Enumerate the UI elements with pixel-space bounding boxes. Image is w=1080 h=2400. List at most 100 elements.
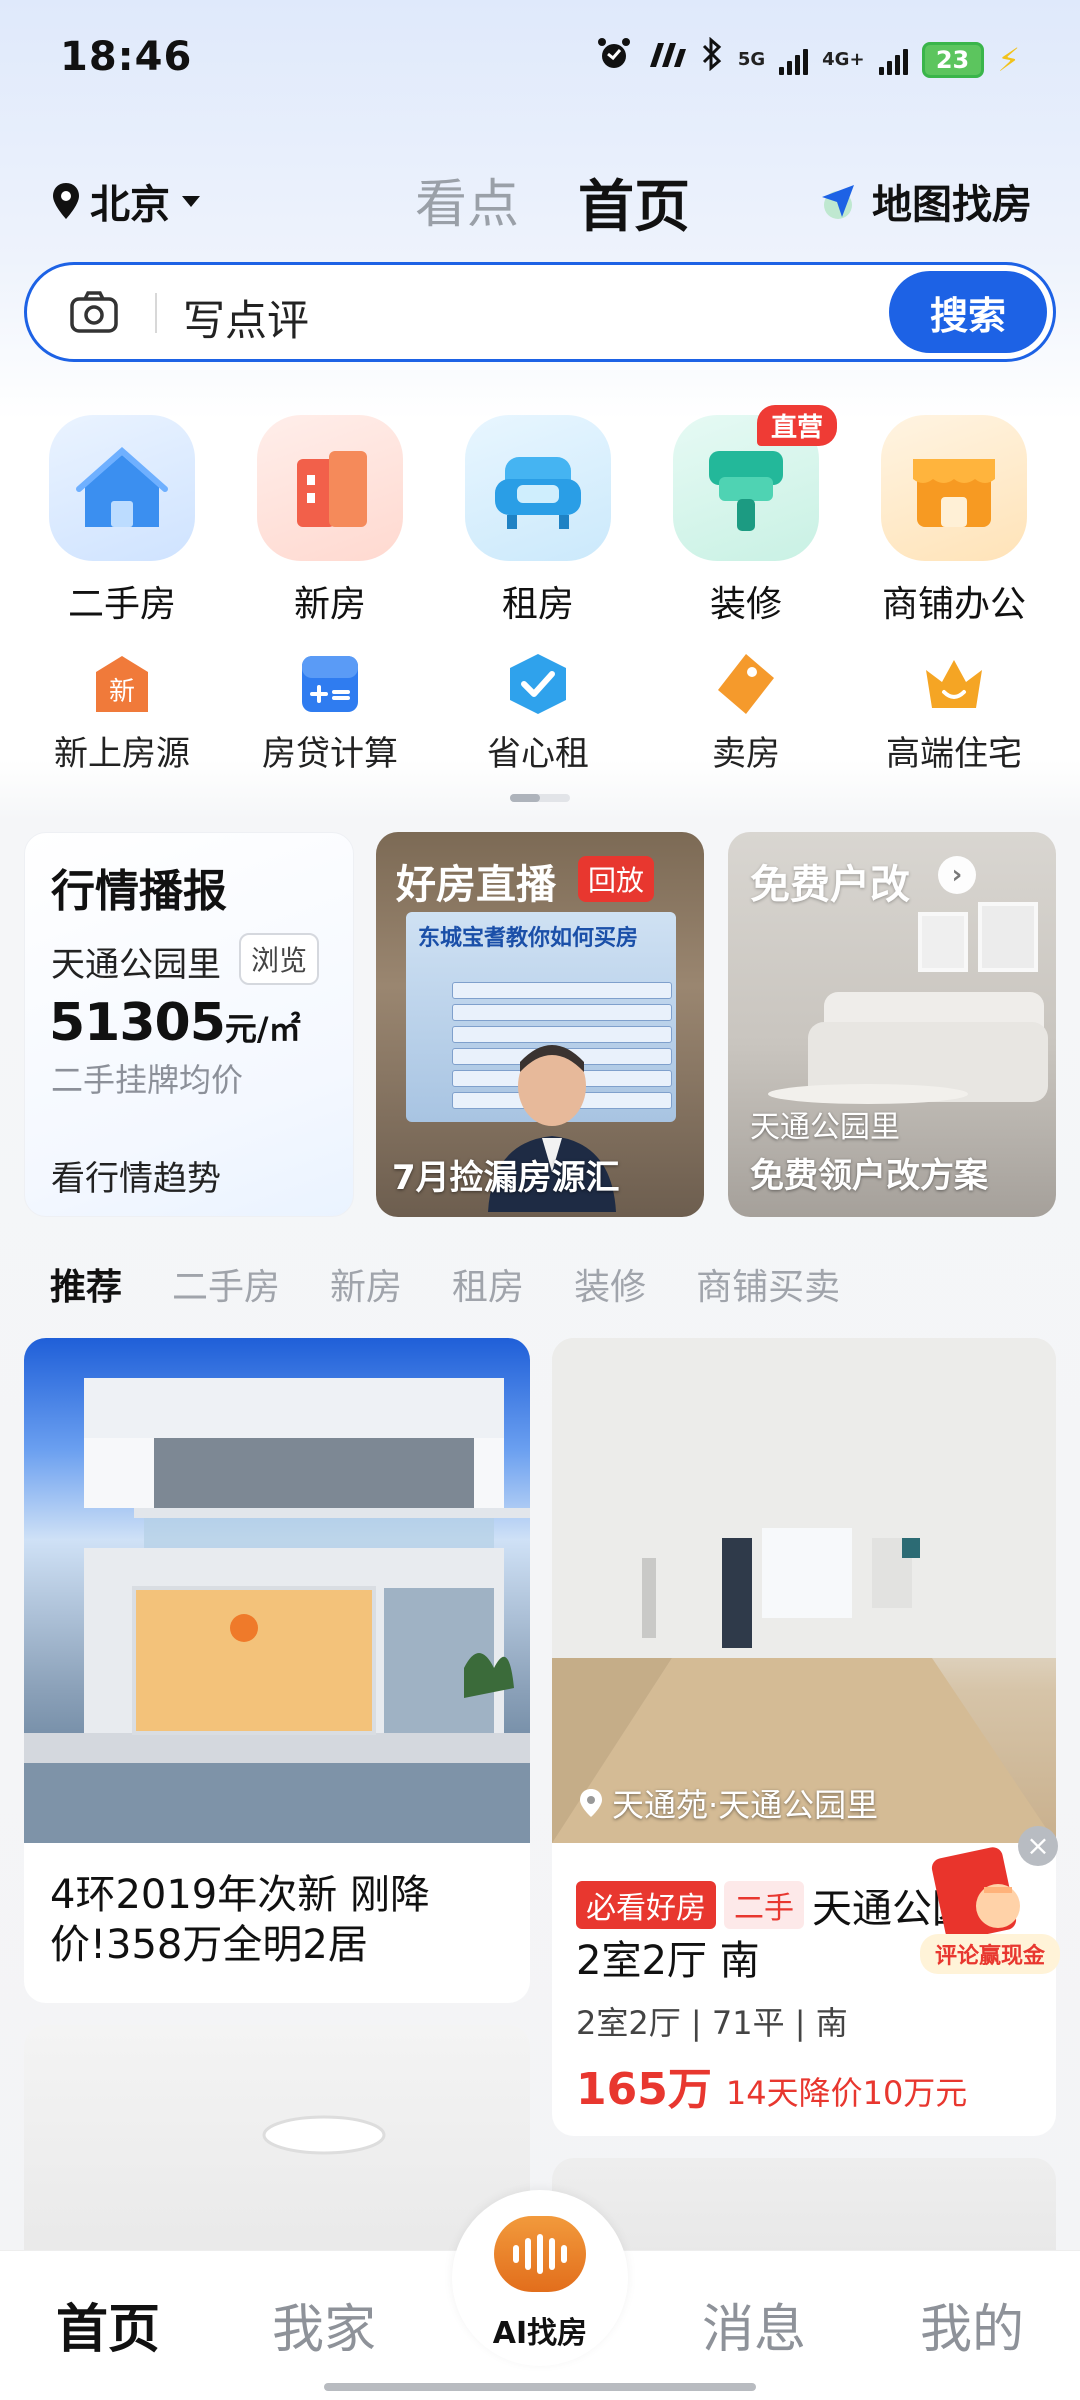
feed-card-villa[interactable]: 4环2019年次新 刚降价!358万全明2居	[24, 1338, 530, 2003]
sub-label: 房贷计算	[262, 734, 398, 774]
tab-watch[interactable]: 看点	[415, 162, 519, 237]
feed-tab-new[interactable]: 新房	[330, 1258, 402, 1310]
ai-voice-icon	[494, 2216, 586, 2292]
alarm-icon	[596, 36, 632, 83]
category-shop-office[interactable]: 商铺办公	[854, 415, 1054, 627]
category-label: 商铺办公	[881, 584, 1026, 625]
feed-tab-recommend[interactable]: 推荐	[50, 1258, 122, 1310]
renovation-caption: 免费领户改方案	[750, 1156, 988, 1196]
network-4g: 4G+	[822, 48, 865, 70]
wall-frame	[978, 902, 1038, 972]
feed-tabs: 推荐 二手房 新房 租房 装修 商铺买卖	[50, 1258, 890, 1310]
sub-label: 高端住宅	[886, 734, 1022, 774]
ad-label: 评论赢现金	[920, 1934, 1060, 1974]
category-secondhand[interactable]: 二手房	[22, 415, 222, 627]
crown-icon	[920, 650, 988, 718]
sub-luxury-home[interactable]: 高端住宅	[854, 650, 1054, 775]
city-selector[interactable]: 北京	[50, 172, 200, 230]
new-listing-icon: 新	[88, 650, 156, 718]
category-renovation[interactable]: 直营 装修	[646, 405, 846, 627]
live-stream-card[interactable]: 东城宝耆教你如何买房 好房直播 回放 7月捡漏房源汇	[376, 832, 704, 1217]
sub-easy-rent[interactable]: 省心租	[438, 650, 638, 775]
sub-label: 新上房源	[54, 734, 190, 774]
nav-messages[interactable]: 消息	[702, 2287, 806, 2362]
search-divider	[155, 293, 157, 333]
wall-frame	[918, 912, 968, 972]
sub-new-listing[interactable]: 新 新上房源	[22, 650, 222, 775]
live-screen-title: 东城宝耆教你如何买房	[418, 926, 639, 951]
status-bar: 18:46 5G 4G+ 23 ⚡	[0, 0, 1080, 120]
charging-icon: ⚡	[997, 40, 1020, 79]
feed-tab-renovation[interactable]: 装修	[574, 1258, 646, 1310]
market-community: 天通公园里	[51, 945, 221, 985]
paint-roller-icon: 直营	[673, 405, 837, 561]
red-envelope-ad[interactable]: × 评论赢现金	[920, 1826, 1060, 1976]
nav-home[interactable]: 首页	[56, 2287, 160, 2362]
feed-tab-shop[interactable]: 商铺买卖	[696, 1258, 840, 1310]
signal-app-icon	[646, 39, 686, 80]
grid-page-indicator	[510, 794, 570, 802]
tag-icon	[712, 650, 780, 718]
market-title: 行情播报	[51, 866, 227, 917]
market-trend-link[interactable]: 看行情趋势	[51, 1151, 221, 1200]
top-header: 北京 看点 首页 地图找房	[0, 160, 1080, 270]
free-renovation-card[interactable]: 免费户改 › 天通公园里 免费领户改方案	[728, 832, 1056, 1217]
camera-icon[interactable]	[69, 289, 119, 339]
city-name: 北京	[90, 182, 170, 228]
must-see-badge: 必看好房	[576, 1881, 716, 1929]
network-5g: 5G	[737, 48, 766, 70]
sofa-icon	[465, 415, 611, 561]
close-icon[interactable]: ×	[1018, 1826, 1058, 1866]
nav-my-home[interactable]: 我家	[272, 2287, 376, 2362]
listing-meta: 2室2厅 | 71平 | 南	[576, 2004, 848, 2042]
shop-icon	[881, 415, 1027, 561]
sub-loan-calc[interactable]: 房贷计算	[230, 650, 430, 775]
cell-signal-icon-2	[878, 45, 908, 75]
search-input[interactable]: 写点评	[183, 287, 309, 348]
calculator-icon	[296, 650, 364, 718]
map-arrow-icon	[822, 185, 854, 219]
renovation-title: 免费户改	[750, 862, 910, 908]
svg-text:新: 新	[109, 677, 135, 707]
feed-tab-secondhand[interactable]: 二手房	[172, 1258, 280, 1310]
category-label: 装修	[709, 584, 782, 625]
tab-home[interactable]: 首页	[578, 162, 690, 243]
house-icon	[49, 415, 195, 561]
price-drop-note: 14天降价10万元	[725, 2074, 968, 2112]
feed-card-listing[interactable]: 天通苑·天通公园里 必看好房 二手 天通公园里 2室2厅 南 2室2厅 | 71…	[552, 1338, 1056, 2136]
category-rent[interactable]: 租房	[438, 415, 638, 627]
map-search-button[interactable]: 地图找房	[816, 172, 1032, 230]
browse-button[interactable]: 浏览	[239, 933, 320, 985]
app-page: 18:46 5G 4G+ 23 ⚡ 北京 看点 首页 地图找房 写点评 搜索 二…	[0, 0, 1080, 2400]
chevron-right-icon: ›	[938, 856, 976, 894]
nav-profile[interactable]: 我的	[920, 2287, 1024, 2362]
sub-label: 卖房	[712, 734, 780, 774]
live-caption: 7月捡漏房源汇	[392, 1158, 620, 1198]
check-icon	[504, 650, 572, 718]
feed-tab-rent[interactable]: 租房	[452, 1258, 524, 1310]
listing-layout: 2室2厅 南	[576, 1938, 760, 1984]
search-bar[interactable]: 写点评 搜索	[24, 262, 1056, 362]
map-search-label: 地图找房	[872, 182, 1032, 228]
listing-location: 天通苑·天通公园里	[578, 1780, 878, 1826]
category-new-home[interactable]: 新房	[230, 415, 430, 627]
direct-badge: 直营	[756, 405, 837, 446]
sub-sell-house[interactable]: 卖房	[646, 650, 846, 775]
status-time: 18:46	[60, 34, 193, 80]
ai-find-house-button[interactable]: AI找房	[452, 2190, 628, 2366]
feature-cards: 行情播报 天通公园里 浏览 51305元/㎡ 二手挂牌均价 看行情趋势 东城宝耆…	[24, 832, 1056, 1217]
status-icons: 5G 4G+ 23 ⚡	[596, 36, 1020, 83]
replay-badge: 回放	[578, 856, 655, 902]
building-icon	[257, 415, 403, 561]
sub-label: 省心租	[487, 734, 589, 774]
search-button[interactable]: 搜索	[889, 271, 1047, 353]
location-pin-icon	[580, 1789, 602, 1817]
category-label: 新房	[293, 584, 366, 625]
market-report-card[interactable]: 行情播报 天通公园里 浏览 51305元/㎡ 二手挂牌均价 看行情趋势	[24, 832, 354, 1217]
listing-price: 165万	[576, 2064, 712, 2115]
sub-category-grid: 新 新上房源 房贷计算 省心租 卖房 高端住宅	[0, 650, 1080, 780]
market-price-caption: 二手挂牌均价	[51, 1061, 244, 1099]
main-category-grid: 二手房 新房 租房 直营 装修 商铺办公	[0, 405, 1080, 630]
category-label: 租房	[501, 584, 574, 625]
live-title: 好房直播	[396, 862, 556, 908]
